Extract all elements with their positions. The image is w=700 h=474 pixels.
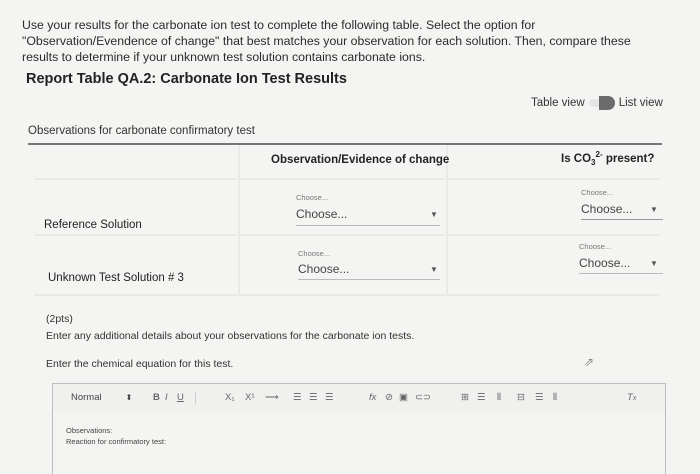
prompt-details: Enter any additional details about your … (46, 330, 415, 342)
indent-icon[interactable]: ⟶ (265, 392, 279, 403)
table-column-icon[interactable]: ⫴ (497, 392, 501, 403)
italic-button[interactable]: I (165, 392, 168, 403)
ordered-list-icon[interactable]: ☰ (309, 392, 318, 403)
toolbar-divider (195, 392, 196, 404)
chevron-down-icon: ▼ (650, 259, 658, 268)
instructions-text: Use your results for the carbonate ion t… (22, 18, 631, 64)
link-icon[interactable]: ⊘ (385, 392, 393, 403)
align-left-icon[interactable]: ☰ (293, 392, 302, 403)
toggle-switch[interactable] (588, 96, 615, 110)
table-merge-icon[interactable]: ⊟ (517, 392, 525, 403)
observation-select-unknown[interactable]: Choose... Choose... ▼ (298, 249, 440, 283)
embed-icon[interactable]: ⊂⊃ (415, 392, 431, 403)
table-icon[interactable]: ⊞ (461, 392, 469, 403)
superscript-button[interactable]: X¹ (245, 392, 255, 403)
header-co3-present: Is CO32- present? (561, 150, 655, 168)
caption-divider (28, 143, 662, 145)
header-observation: Observation/Evidence of change (271, 154, 450, 166)
present-select-unknown[interactable]: Choose... Choose... ▼ (579, 242, 663, 276)
points-label: (2pts) (46, 313, 73, 325)
table-caption: Observations for carbonate confirmatory … (28, 125, 255, 137)
row-divider (34, 294, 660, 296)
chevron-down-icon: ▼ (430, 210, 438, 219)
table-delete-row-icon[interactable]: ☰ (535, 392, 544, 403)
prompt-equation: Enter the chemical equation for this tes… (46, 358, 234, 370)
row-divider (34, 178, 660, 180)
subscript-button[interactable]: X₁ (225, 392, 235, 403)
table-row-icon[interactable]: ☰ (477, 392, 486, 403)
row-divider (34, 234, 660, 236)
view-toggle[interactable]: Table view List view (531, 96, 663, 110)
chevron-down-icon: ▼ (650, 205, 658, 214)
clear-format-icon[interactable]: Tx (627, 392, 636, 403)
unordered-list-icon[interactable]: ☰ (325, 392, 334, 403)
cursor-icon: ⇗ (584, 355, 595, 369)
underline-button[interactable]: U (177, 392, 184, 403)
chevron-down-icon: ▼ (430, 265, 438, 274)
present-select-reference[interactable]: Choose... Choose... ▼ (581, 188, 663, 222)
bold-button[interactable]: B (153, 392, 160, 403)
row-label-unknown: Unknown Test Solution # 3 (48, 272, 184, 284)
column-divider (238, 145, 240, 295)
column-divider (446, 145, 448, 295)
observation-select-reference[interactable]: Choose... Choose... ▼ (296, 193, 440, 227)
row-label-reference: Reference Solution (44, 219, 142, 231)
list-view-label: List view (618, 97, 663, 109)
table-view-label: Table view (531, 97, 585, 109)
editor-content[interactable]: Observations: Reaction for confirmatory … (66, 426, 166, 447)
style-select[interactable]: Normal ⬍ (71, 392, 132, 403)
table-delete-column-icon[interactable]: ⫴ (553, 392, 557, 403)
report-title: Report Table QA.2: Carbonate Ion Test Re… (26, 71, 347, 87)
formula-icon[interactable]: fx (369, 392, 376, 403)
editor-toolbar: Normal ⬍ B I U X₁ X¹ ⟶ ☰ ☰ ☰ fx ⊘ ▣ ⊂⊃ ⊞ … (52, 383, 666, 413)
image-icon[interactable]: ▣ (399, 392, 408, 403)
